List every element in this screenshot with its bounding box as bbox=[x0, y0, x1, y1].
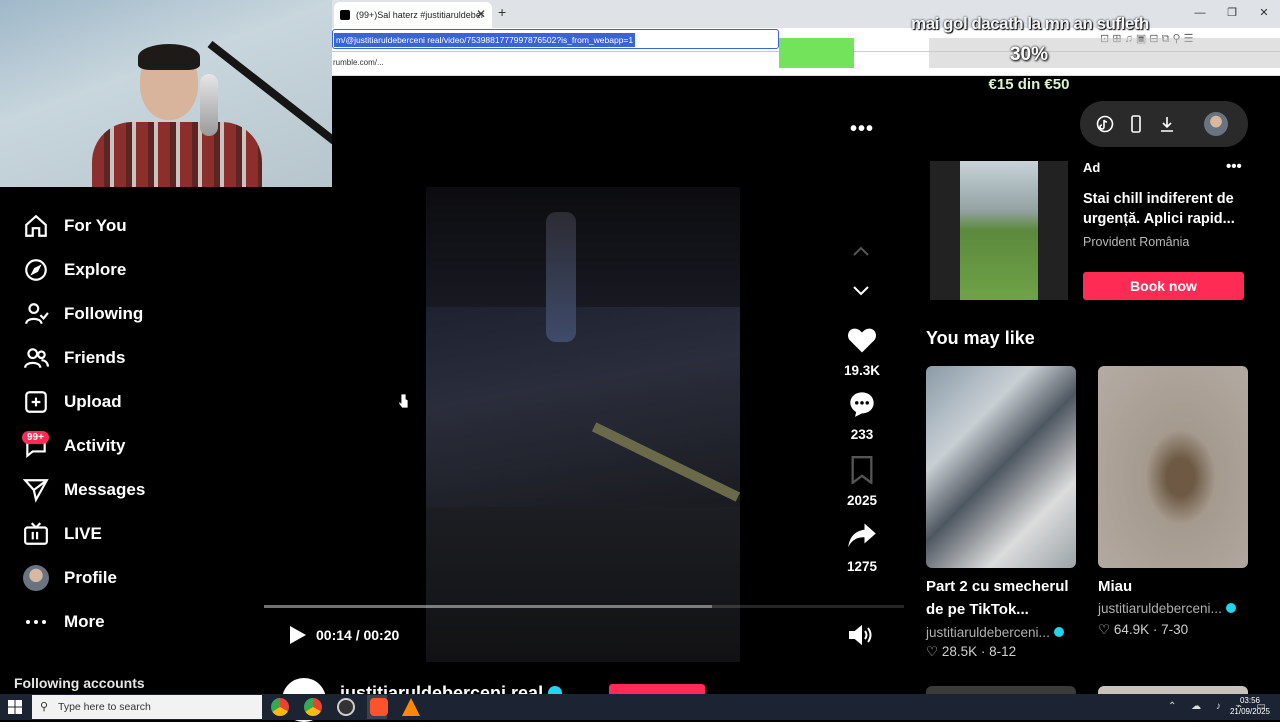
url-text[interactable]: m/@justitiaruldeberceni real/video/75398… bbox=[334, 33, 636, 47]
sidebar-item-following[interactable]: Following bbox=[22, 299, 143, 329]
windows-start-icon[interactable] bbox=[8, 700, 22, 714]
more-dots-icon bbox=[22, 608, 50, 636]
webcam-overlay bbox=[0, 0, 332, 187]
sidebar-item-label: More bbox=[64, 612, 105, 631]
video-time: 00:14 / 00:20 bbox=[316, 627, 400, 643]
sidebar-item-friends[interactable]: Friends bbox=[22, 343, 125, 373]
sidebar-item-label: Upload bbox=[64, 392, 122, 411]
browser-tab[interactable]: (99+)Sal haterz #justitiaruldeber ✕ bbox=[334, 2, 492, 28]
account-avatar[interactable] bbox=[1204, 112, 1228, 136]
tiktok-favicon-icon bbox=[340, 10, 350, 20]
download-icon[interactable] bbox=[1158, 115, 1176, 133]
ad-brand: Provident România bbox=[1083, 235, 1190, 249]
video-card-title[interactable]: Part 2 cu smecherul de pe TikTok... bbox=[926, 575, 1086, 621]
paper-plane-icon bbox=[22, 476, 50, 504]
ad-more-button[interactable]: ••• bbox=[1226, 158, 1242, 175]
comment-icon bbox=[850, 392, 874, 417]
video-card-thumbnail[interactable] bbox=[1098, 366, 1248, 568]
ad-thumbnail[interactable] bbox=[930, 161, 1068, 300]
verified-icon bbox=[1053, 627, 1064, 637]
comment-button[interactable]: 233 bbox=[838, 390, 886, 442]
close-window-button[interactable]: ✕ bbox=[1248, 0, 1280, 28]
video-card-author[interactable]: justitiaruldeberceni... bbox=[1098, 601, 1236, 616]
app-icon[interactable] bbox=[337, 698, 355, 716]
mobile-icon[interactable] bbox=[1127, 115, 1145, 133]
sidebar-item-upload[interactable]: Upload bbox=[22, 387, 122, 417]
video-card-thumbnail[interactable] bbox=[926, 366, 1076, 568]
chevron-up-icon[interactable] bbox=[852, 244, 870, 262]
sidebar-item-label: For You bbox=[64, 216, 127, 235]
taskbar-search-placeholder: Type here to search bbox=[58, 701, 151, 713]
comment-count: 233 bbox=[850, 427, 874, 442]
mouse-cursor-icon bbox=[398, 393, 409, 409]
volume-icon[interactable] bbox=[848, 624, 874, 646]
sidebar-item-label: Friends bbox=[64, 348, 126, 367]
share-count: 1275 bbox=[846, 559, 878, 574]
following-accounts-heading: Following accounts bbox=[14, 675, 145, 691]
chrome-icon[interactable] bbox=[271, 698, 289, 716]
share-button[interactable]: 1275 bbox=[838, 522, 886, 574]
sidebar-item-more[interactable]: More bbox=[22, 607, 105, 637]
new-tab-button[interactable]: + bbox=[498, 4, 506, 20]
you-may-like-heading: You may like bbox=[926, 328, 1035, 348]
bookmark-item[interactable]: rumble.com/... bbox=[333, 58, 384, 67]
video-card-author[interactable]: justitiaruldeberceni... bbox=[926, 625, 1064, 640]
like-button[interactable]: 19.3K bbox=[838, 326, 886, 378]
save-count: 2025 bbox=[846, 493, 878, 508]
friends-icon bbox=[22, 344, 50, 372]
ad-label: Ad bbox=[1083, 160, 1101, 175]
play-button[interactable] bbox=[286, 624, 308, 646]
donation-goal-percent: 30% bbox=[1009, 44, 1049, 65]
search-icon: ⚲ bbox=[40, 701, 49, 713]
heart-icon bbox=[848, 328, 876, 353]
save-button[interactable]: 2025 bbox=[838, 456, 886, 508]
maximize-button[interactable]: ❐ bbox=[1216, 0, 1248, 28]
video-player[interactable] bbox=[426, 187, 740, 662]
sidebar-item-messages[interactable]: Messages bbox=[22, 475, 145, 505]
home-icon bbox=[22, 212, 50, 240]
chrome-icon[interactable] bbox=[304, 698, 322, 716]
user-follow-icon bbox=[22, 300, 50, 328]
upload-plus-icon bbox=[22, 388, 50, 416]
minimize-button[interactable]: — bbox=[1184, 0, 1216, 28]
progress-fill bbox=[264, 605, 712, 608]
activity-badge: 99+ bbox=[22, 431, 49, 444]
sidebar-item-label: Messages bbox=[64, 480, 146, 499]
ad-title[interactable]: Stai chill indiferent de urgență. Aplici… bbox=[1083, 189, 1258, 229]
sidebar-item-label: LIVE bbox=[64, 524, 102, 543]
video-card-stats: ♡ 64.9K · 7-30 bbox=[1098, 622, 1189, 637]
video-card-stats: ♡ 28.5K · 8-12 bbox=[926, 644, 1017, 659]
compass-icon bbox=[22, 256, 50, 284]
sidebar-item-label: Following bbox=[64, 304, 144, 323]
video-card-title[interactable]: Miau bbox=[1098, 575, 1258, 598]
sidebar-item-explore[interactable]: Explore bbox=[22, 255, 126, 285]
sidebar-item-profile[interactable]: Profile bbox=[22, 563, 117, 593]
system-clock[interactable]: 03:56 21/09/2025 bbox=[1230, 695, 1270, 717]
bookmark-icon bbox=[851, 456, 873, 486]
close-tab-icon[interactable]: ✕ bbox=[476, 7, 486, 21]
tv-icon bbox=[22, 520, 50, 548]
sidebar-item-live[interactable]: LIVE bbox=[22, 519, 102, 549]
donation-goal-amount: €15 din €50 bbox=[988, 76, 1070, 93]
tiktok-icon[interactable] bbox=[1096, 115, 1114, 133]
video-more-button[interactable]: ••• bbox=[850, 118, 874, 141]
sidebar-item-label: Activity bbox=[64, 436, 126, 455]
like-count: 19.3K bbox=[843, 363, 881, 378]
sidebar-item-label: Explore bbox=[64, 260, 127, 279]
share-arrow-icon bbox=[848, 523, 876, 548]
window-controls: — ❐ ✕ bbox=[1184, 0, 1280, 28]
chevron-down-icon[interactable] bbox=[852, 284, 870, 302]
microphone-icon bbox=[200, 74, 218, 136]
sidebar-item-label: Profile bbox=[64, 568, 117, 587]
sidebar-item-for-you[interactable]: For You bbox=[22, 211, 127, 241]
verified-icon bbox=[1225, 603, 1236, 613]
donation-goal-fill bbox=[779, 38, 854, 68]
avatar bbox=[22, 564, 50, 592]
brave-logo-icon[interactable] bbox=[370, 698, 388, 716]
book-now-button[interactable]: Book now bbox=[1083, 272, 1244, 300]
stream-overlay-text: mai gol dacath la mn an sufleth bbox=[911, 14, 1149, 33]
